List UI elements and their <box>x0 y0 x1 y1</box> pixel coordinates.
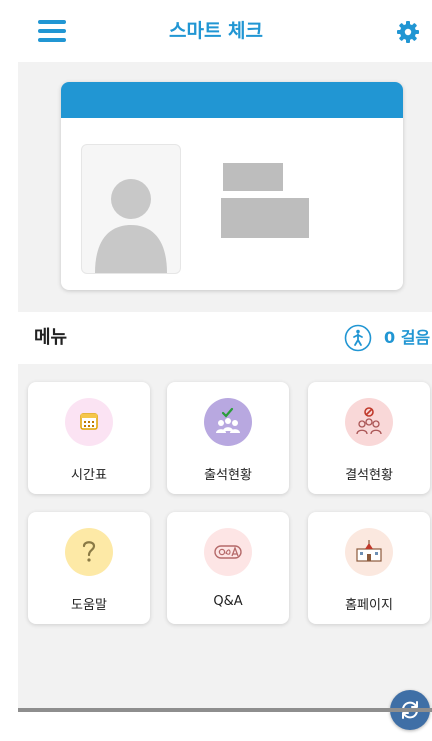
step-count: 0 걸음 <box>384 328 431 347</box>
help-button[interactable]: 도움말 <box>28 512 150 624</box>
school-building-icon <box>345 528 393 576</box>
tile-label: Q&A <box>213 594 243 609</box>
tile-label: 도움말 <box>71 598 107 613</box>
app-header: 스마트 체크 <box>0 0 432 62</box>
profile-card-header <box>61 82 403 118</box>
gear-icon[interactable] <box>396 20 420 44</box>
menu-label: 메뉴 <box>34 327 68 348</box>
redacted-name <box>223 163 283 191</box>
qna-button[interactable]: Q&A <box>167 512 289 624</box>
page-title: 스마트 체크 <box>168 20 263 42</box>
homepage-button[interactable]: 홈페이지 <box>308 512 430 624</box>
tile-label: 시간표 <box>71 468 107 483</box>
qna-icon <box>204 528 252 576</box>
question-mark-icon <box>65 528 113 576</box>
walking-person-icon <box>344 324 372 352</box>
profile-card <box>61 82 403 290</box>
menu-header: 메뉴 0 걸음 <box>18 312 432 364</box>
tile-label: 홈페이지 <box>345 598 393 613</box>
tile-label: 결석현황 <box>345 468 393 483</box>
timetable-button[interactable]: 시간표 <box>28 382 150 494</box>
absence-status-button[interactable]: 결석현황 <box>308 382 430 494</box>
absence-icon <box>345 398 393 446</box>
person-silhouette-icon <box>95 179 167 273</box>
attendance-status-button[interactable]: 출석현황 <box>167 382 289 494</box>
redacted-info <box>221 198 309 238</box>
profile-photo <box>81 144 181 274</box>
tile-label: 출석현황 <box>204 468 252 483</box>
attendance-check-icon <box>204 398 252 446</box>
main-content: 메뉴 0 걸음 시간표 출석현황 결석현황 도움말 Q&A 홈페이지 <box>18 62 432 730</box>
calendar-icon <box>65 398 113 446</box>
bottom-divider <box>18 708 432 712</box>
